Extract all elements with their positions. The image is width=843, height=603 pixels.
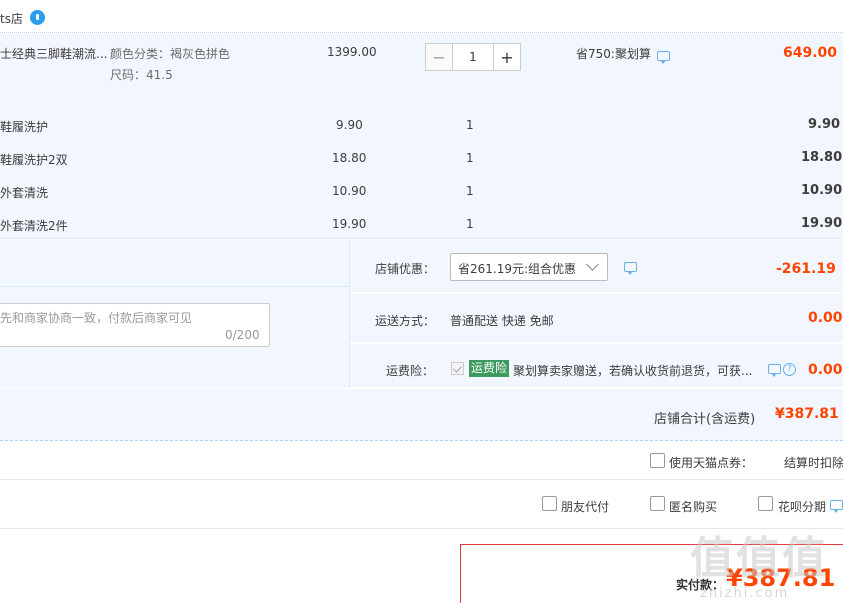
minus-icon[interactable]: −: [425, 43, 453, 71]
addon-subtotal: 9.90: [808, 117, 841, 132]
addon-name: 外套清洗: [0, 186, 49, 200]
addon-name: 外套清洗2件: [0, 219, 68, 233]
addon-qty: 1: [466, 118, 474, 132]
addon-name: 鞋履洗护2双: [0, 153, 68, 167]
insurance-info-icon[interactable]: [768, 364, 781, 377]
addon-qty: 1: [466, 217, 474, 231]
addon-price: 18.80: [332, 151, 367, 165]
shop-total-label: 店铺合计(含运费): [654, 412, 756, 427]
plus-icon[interactable]: +: [493, 43, 521, 71]
discount-info-icon[interactable]: [624, 262, 637, 275]
huabei-info-icon[interactable]: [830, 500, 843, 513]
friend-pay-label[interactable]: 朋友代付: [561, 498, 609, 515]
quantity-stepper[interactable]: − 1 +: [425, 43, 521, 71]
addon-subtotal: 10.90: [801, 183, 843, 198]
help-icon[interactable]: ?: [783, 363, 796, 376]
freight-insurance-text: 聚划算卖家赠送，若确认收货前退货，可获...: [513, 364, 753, 378]
shop-header: [0, 0, 843, 33]
promo-info-icon[interactable]: [657, 51, 670, 64]
memo-char-count: 0/200: [225, 328, 260, 342]
order-items: [0, 34, 843, 239]
shop-discount-label: 店铺优惠：: [375, 262, 436, 276]
item-size: 尺码：41.5: [110, 68, 173, 82]
addon-subtotal: 19.90: [801, 216, 843, 231]
shop-name[interactable]: ts店: [0, 10, 23, 27]
freight-insurance-badge: 运费险: [469, 360, 510, 377]
item-subtotal: 649.00: [783, 45, 838, 61]
addon-price: 10.90: [332, 184, 367, 198]
freight-insurance-amount: 0.00: [808, 362, 843, 378]
huabei-label[interactable]: 花呗分期: [778, 498, 826, 515]
freight-insurance-checkbox: [451, 362, 464, 375]
tmall-points-checkbox[interactable]: [650, 453, 665, 468]
addon-qty: 1: [466, 184, 474, 198]
freight-insurance-label: 运费险：: [386, 364, 435, 378]
friend-pay-checkbox[interactable]: [542, 496, 557, 511]
item-promo: 省750:聚划算: [576, 47, 651, 61]
anonymous-label[interactable]: 匿名购买: [669, 498, 717, 515]
item-color: 颜色分类：褐灰色拼色: [110, 47, 231, 61]
shipping-value: 普通配送 快递 免邮: [450, 314, 554, 328]
shipping-label: 运送方式：: [375, 314, 436, 328]
huabei-checkbox[interactable]: [758, 496, 773, 511]
shop-total-amount: ¥387.81: [775, 406, 839, 422]
watermark: 值值值: [690, 533, 828, 584]
shipping-amount: 0.00: [808, 310, 843, 326]
addon-price: 9.90: [336, 118, 363, 132]
addon-subtotal: 18.80: [801, 150, 843, 165]
addon-price: 19.90: [332, 217, 367, 231]
wangwang-chat-icon[interactable]: [30, 10, 45, 25]
tmall-points-label: 使用天猫点券：: [669, 456, 754, 470]
divider: [0, 479, 843, 480]
memo-placeholder: 先和商家协商一致，付款后商家可见: [0, 311, 193, 325]
quantity-input[interactable]: 1: [453, 43, 493, 71]
addon-qty: 1: [466, 151, 474, 165]
watermark-url: zhizhi.com: [700, 586, 790, 601]
item-title[interactable]: 士经典三脚鞋潮流...: [0, 45, 107, 62]
memo-panel-divider: [0, 240, 349, 287]
addon-name: 鞋履洗护: [0, 120, 49, 134]
tmall-points-note: 结算时扣除: [784, 456, 843, 470]
item-price: 1399.00: [327, 45, 377, 59]
shop-discount-amount: -261.19: [776, 261, 836, 277]
anonymous-checkbox[interactable]: [650, 496, 665, 511]
shop-discount-selected: 省261.19元:组合优惠: [458, 262, 577, 276]
